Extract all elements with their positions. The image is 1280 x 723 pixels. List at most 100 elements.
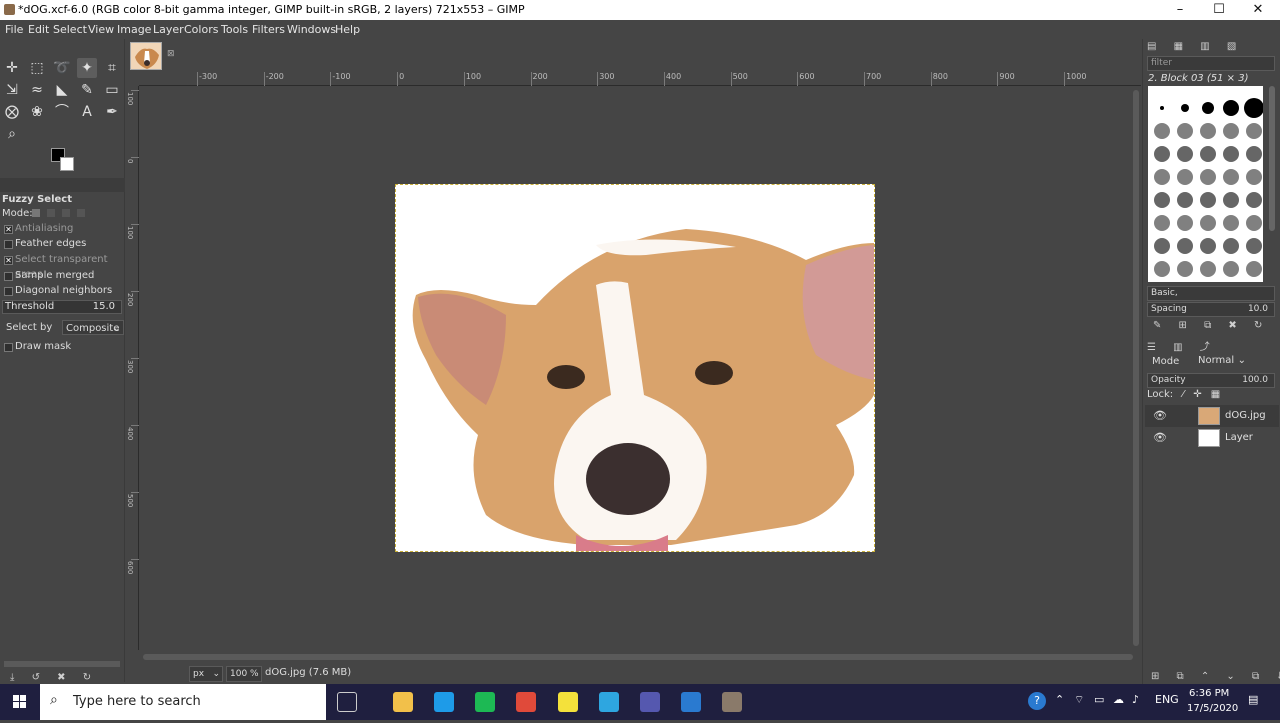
bucket-fill-tool-icon[interactable]: ◣	[52, 80, 72, 100]
brush-preset[interactable]	[1154, 215, 1170, 231]
eraser-tool-icon[interactable]: ▭	[102, 80, 122, 100]
close-button[interactable]: ✕	[1248, 1, 1268, 19]
menu-file[interactable]: File	[5, 23, 23, 36]
brush-preset[interactable]	[1154, 146, 1170, 162]
brush-preset[interactable]	[1246, 192, 1262, 208]
brush-action-buttons[interactable]: ✎ ⊞ ⧉ ✖ ↻ ⊟	[1153, 320, 1280, 331]
brush-preset[interactable]	[1181, 104, 1189, 112]
menu-filters[interactable]: Filters	[252, 23, 285, 36]
telegram-icon[interactable]	[599, 692, 619, 712]
brush-preset[interactable]	[1177, 215, 1193, 231]
menu-help[interactable]: Help	[335, 23, 360, 36]
select-by-dropdown[interactable]: Composite ⌄	[62, 320, 124, 335]
brush-preset[interactable]	[1223, 123, 1239, 139]
brush-tag-input[interactable]: Basic,	[1147, 286, 1275, 301]
menu-view[interactable]: View	[88, 23, 114, 36]
menu-windows[interactable]: Windows	[287, 23, 336, 36]
canvas-area[interactable]	[139, 86, 1130, 650]
brush-preset[interactable]	[1177, 123, 1193, 139]
visibility-eye-icon[interactable]: 👁	[1153, 405, 1167, 427]
task-view-icon[interactable]	[337, 692, 357, 712]
notifications-icon[interactable]: ▤	[1248, 693, 1258, 706]
crop-tool-icon[interactable]: ⌗	[102, 58, 122, 78]
brushes-tab-icons[interactable]: ▤ ▦ ▥ ▧	[1147, 41, 1243, 52]
tool-options-tabs[interactable]	[0, 178, 125, 192]
visibility-eye-icon[interactable]: 👁	[1153, 427, 1167, 449]
close-tab-icon[interactable]: ⊠	[167, 49, 175, 59]
brush-preset[interactable]	[1246, 169, 1262, 185]
diagonal-neighbors-checkbox[interactable]	[4, 287, 13, 296]
brush-preset[interactable]	[1177, 261, 1193, 277]
menu-layer[interactable]: Layer	[153, 23, 184, 36]
paths-tool-icon[interactable]: ⌒	[52, 102, 72, 122]
zoom-tool-icon[interactable]: ⌕	[2, 124, 22, 144]
jupyter-icon[interactable]	[681, 692, 701, 712]
horizontal-scrollbar[interactable]	[139, 651, 1141, 663]
opacity-slider[interactable]: Opacity 100.0	[1147, 373, 1275, 388]
onedrive-icon[interactable]: ☁	[1113, 693, 1124, 706]
brush-preset[interactable]	[1223, 238, 1239, 254]
transform-tool-icon[interactable]: ⇲	[2, 80, 22, 100]
brush-preset[interactable]	[1223, 169, 1239, 185]
feather-edges-checkbox[interactable]	[4, 240, 13, 249]
layers-tab-icons[interactable]: ☰ ▥ ⤴	[1147, 338, 1217, 353]
language-indicator[interactable]: ENG	[1155, 693, 1179, 706]
file-explorer-icon[interactable]	[393, 692, 413, 712]
network-icon[interactable]: ⌔	[1074, 693, 1084, 707]
brush-preset[interactable]	[1223, 100, 1239, 116]
threshold-slider[interactable]: Threshold 15.0	[2, 300, 122, 314]
minimize-button[interactable]: –	[1170, 1, 1190, 19]
brush-preset[interactable]	[1200, 123, 1216, 139]
lock-position-icon[interactable]: ✛	[1193, 389, 1201, 400]
clock-time[interactable]: 6:36 PM	[1189, 688, 1229, 699]
mode-replace-icon[interactable]	[32, 209, 40, 217]
teams-icon[interactable]	[640, 692, 660, 712]
brush-filter-input[interactable]: filter	[1147, 56, 1275, 71]
warp-tool-icon[interactable]: ≈	[27, 80, 47, 100]
brush-preset[interactable]	[1223, 146, 1239, 162]
brush-preset[interactable]	[1200, 192, 1216, 208]
draw-mask-checkbox[interactable]	[4, 343, 13, 352]
brush-preset[interactable]	[1223, 192, 1239, 208]
image-tab-thumbnail[interactable]	[130, 42, 162, 70]
layer-action-buttons[interactable]: ⊞ ⧉ ⌃ ⌄ ⧉ ⇓ ⊟ ✖	[1151, 671, 1280, 682]
tool-options-buttons[interactable]: ⤓ ↺ ✖ ↻	[10, 672, 98, 683]
brush-preset[interactable]	[1200, 169, 1216, 185]
taskbar-search-box[interactable]: ⌕ Type here to search	[40, 684, 326, 720]
image-canvas[interactable]	[395, 184, 875, 552]
clone-tool-icon[interactable]: ⨂	[2, 102, 22, 122]
brush-preset[interactable]	[1154, 238, 1170, 254]
lasso-tool-icon[interactable]: ➰	[52, 58, 72, 78]
brush-preset[interactable]	[1244, 98, 1263, 118]
unit-dropdown[interactable]: px ⌄	[189, 666, 223, 682]
brush-preset[interactable]	[1246, 215, 1262, 231]
menu-colors[interactable]: Colors	[184, 23, 218, 36]
menu-tools[interactable]: Tools	[221, 23, 248, 36]
start-button[interactable]	[0, 684, 40, 720]
lock-alpha-icon[interactable]: ▦	[1211, 389, 1220, 400]
brush-grid[interactable]	[1148, 86, 1263, 282]
spotify-icon[interactable]	[475, 692, 495, 712]
gimp-icon[interactable]	[722, 692, 742, 712]
brush-preset[interactable]	[1154, 261, 1170, 277]
mode-add-icon[interactable]	[47, 209, 55, 217]
brush-preset[interactable]	[1200, 261, 1216, 277]
brush-preset[interactable]	[1200, 238, 1216, 254]
skype-icon[interactable]	[434, 692, 454, 712]
rect-select-tool-icon[interactable]: ⬚	[27, 58, 47, 78]
brush-preset[interactable]	[1223, 261, 1239, 277]
sticky-notes-icon[interactable]	[558, 692, 578, 712]
battery-icon[interactable]: ▭	[1094, 693, 1104, 706]
move-tool-icon[interactable]: ✛	[2, 58, 22, 78]
brush-preset[interactable]	[1177, 192, 1193, 208]
brush-preset[interactable]	[1223, 215, 1239, 231]
brush-preset[interactable]	[1154, 123, 1170, 139]
brush-preset[interactable]	[1200, 146, 1216, 162]
vertical-scrollbar[interactable]	[1130, 86, 1142, 652]
tray-overflow-icon[interactable]: ⌃	[1055, 693, 1064, 706]
clock-date[interactable]: 17/5/2020	[1187, 703, 1238, 714]
brush-preset[interactable]	[1246, 238, 1262, 254]
toolbox-scrollbar[interactable]	[4, 661, 120, 667]
background-color-swatch[interactable]	[60, 157, 74, 171]
brush-scrollbar[interactable]	[1269, 86, 1275, 231]
